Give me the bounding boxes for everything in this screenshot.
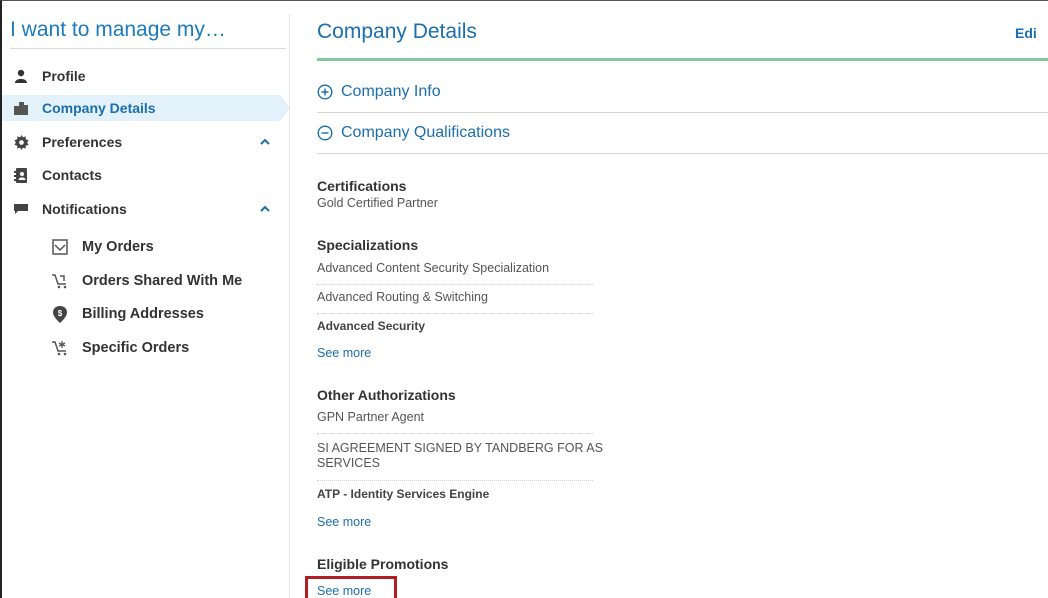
item-divider [317,433,593,434]
sidebar-item-label: Company Details [42,100,156,116]
section-label: Company Qualifications [341,124,510,141]
person-icon [12,67,30,85]
sidebar-item-contacts[interactable]: Contacts [2,162,288,188]
item-divider [317,480,593,481]
edit-link[interactable]: Edi [1015,25,1037,41]
section-company-info[interactable]: Company Info [317,79,1048,105]
sidebar-subitem-label: Specific Orders [82,340,190,356]
specialization-item: Advanced Security [317,319,426,333]
section-label: Company Info [341,83,441,100]
shared-cart-icon [50,271,70,291]
sidebar-subitem-billing-addresses[interactable]: $ Billing Addresses [2,301,288,327]
page-title: Company Details [317,20,477,43]
billing-pin-icon: $ [50,304,70,324]
chevron-up-icon[interactable] [258,202,272,216]
sidebar-title: I want to manage my… [10,18,226,41]
specialization-item: Advanced Content Security Specialization [317,261,550,275]
inbox-icon [50,237,70,257]
sidebar-item-preferences[interactable]: Preferences [2,129,288,155]
certifications-title: Certifications [317,178,407,194]
sidebar-subitem-specific-orders[interactable]: Specific Orders [2,335,288,361]
gear-icon [12,133,30,151]
authorization-item: GPN Partner Agent [317,410,425,424]
sidebar-item-company-details[interactable]: Company Details [2,95,290,121]
sidebar-item-label: Contacts [42,167,102,183]
building-icon [12,99,30,117]
specialization-item: Advanced Routing & Switching [317,290,488,304]
sidebar-subitem-label: Orders Shared With Me [82,273,243,289]
sidebar-subitem-orders-shared[interactable]: Orders Shared With Me [2,268,288,294]
sidebar: I want to manage my… Profile Company Det… [2,0,290,598]
cart-star-icon [50,338,70,358]
collapse-minus-icon [317,125,333,141]
sidebar-subitem-label: My Orders [82,239,154,255]
sidebar-subitem-my-orders[interactable]: My Orders [2,234,288,260]
address-book-icon [12,166,30,184]
sidebar-divider [10,48,286,49]
title-underline [317,58,1048,61]
highlight-box [305,576,397,598]
certification-value: Gold Certified Partner [317,196,438,210]
sidebar-item-notifications[interactable]: Notifications [2,196,288,222]
authorization-item: ATP - Identity Services Engine [317,487,490,501]
see-more-link[interactable]: See more [317,515,371,529]
authorization-item: SI AGREEMENT SIGNED BY TANDBERG FOR AS S… [317,441,603,470]
item-divider [317,284,593,285]
sidebar-subitem-label: Billing Addresses [82,306,204,322]
expand-plus-icon [317,84,333,100]
speech-bubble-icon [12,200,30,218]
section-divider [317,153,1048,154]
eligible-promotions-title: Eligible Promotions [317,556,449,572]
sidebar-main-divider [289,14,290,598]
section-company-qualifications[interactable]: Company Qualifications [317,120,1048,146]
sidebar-item-label: Notifications [42,201,127,217]
sidebar-item-label: Profile [42,68,86,84]
svg-text:$: $ [58,309,63,318]
section-divider [317,112,1048,113]
see-more-link[interactable]: See more [317,346,371,360]
specializations-title: Specializations [317,237,419,253]
item-divider [317,313,593,314]
sidebar-item-label: Preferences [42,134,123,150]
other-authorizations-title: Other Authorizations [317,387,456,403]
chevron-up-icon[interactable] [258,135,272,149]
sidebar-item-profile[interactable]: Profile [2,63,288,89]
